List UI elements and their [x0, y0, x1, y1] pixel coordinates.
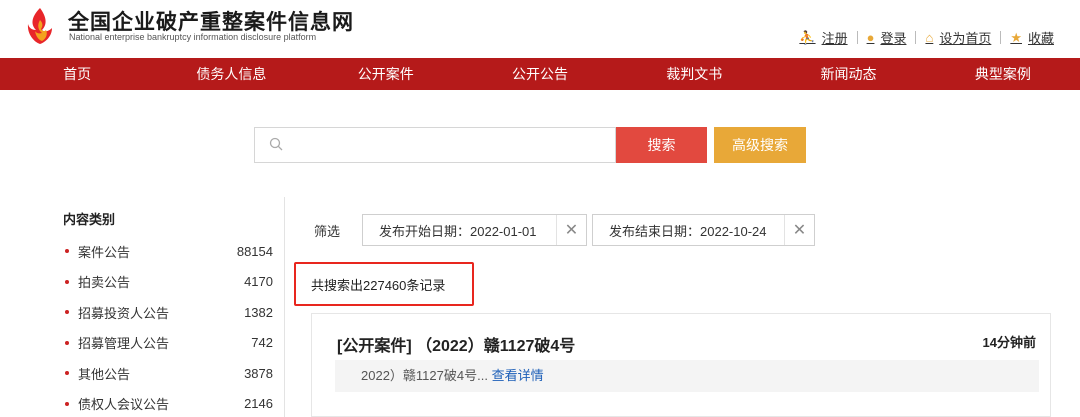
home-icon: ⌂ — [925, 30, 934, 45]
bullet-icon — [65, 279, 69, 284]
view-details-link[interactable]: 查看详情 — [492, 368, 544, 383]
result-time: 14分钟前 — [982, 335, 1036, 350]
result-card: [公开案件] （2022）赣1127破4号 14分钟前 2022）赣1127破4… — [311, 313, 1051, 417]
category-count: 742 — [251, 335, 273, 351]
category-label: 招募管理人公告 — [78, 336, 170, 352]
nav-item-news[interactable]: 新闻动态 — [771, 58, 925, 90]
site-subtitle: National enterprise bankruptcy informati… — [69, 32, 317, 42]
search-button[interactable]: 搜索 — [616, 127, 707, 163]
column-divider — [284, 197, 285, 417]
category-item[interactable]: 拍卖公告 4170 — [63, 267, 273, 298]
category-label: 其他公告 — [78, 366, 131, 382]
bullet-icon — [65, 371, 69, 376]
advanced-search-button[interactable]: 高级搜索 — [714, 127, 806, 163]
category-item[interactable]: 债权人会议公告 2146 — [63, 389, 273, 417]
category-count: 2146 — [244, 396, 273, 412]
login-link[interactable]: ● 登录 — [867, 28, 907, 47]
clear-start-date-icon[interactable]: ✕ — [556, 215, 586, 245]
category-label: 债权人会议公告 — [78, 397, 170, 413]
nav-item-home[interactable]: 首页 — [0, 58, 154, 90]
nav-item-judgments[interactable]: 裁判文书 — [617, 58, 771, 90]
end-date-value: 发布结束日期：2022-10-24 — [609, 223, 767, 239]
result-count: 共搜索出227460条记录 — [311, 278, 446, 293]
register-link-label: 注册 — [821, 31, 848, 46]
site-logo-icon[interactable] — [26, 6, 54, 46]
end-date-filter[interactable]: 发布结束日期：2022-10-24 ✕ — [592, 214, 815, 246]
filter-label: 筛选 — [314, 224, 341, 239]
main-nav: 首页 债务人信息 公开案件 公开公告 裁判文书 新闻动态 典型案例 — [0, 58, 1080, 90]
link-divider — [915, 31, 917, 44]
category-item[interactable]: 案件公告 88154 — [63, 236, 273, 267]
result-snippet: 2022）赣1127破4号... 查看详情 — [335, 360, 1039, 392]
category-label: 案件公告 — [78, 244, 131, 260]
bullet-icon — [65, 310, 69, 315]
nav-item-typical-cases[interactable]: 典型案例 — [926, 58, 1080, 90]
category-count: 1382 — [244, 304, 273, 320]
category-item[interactable]: 其他公告 3878 — [63, 358, 273, 389]
bookmark-link[interactable]: ★ 收藏 — [1010, 28, 1054, 47]
link-divider — [1000, 31, 1002, 44]
link-divider — [856, 31, 858, 44]
category-count: 3878 — [244, 365, 273, 381]
result-snippet-text: 2022）赣1127破4号... — [361, 368, 488, 383]
search-box — [254, 127, 616, 163]
clear-end-date-icon[interactable]: ✕ — [784, 215, 814, 245]
start-date-value: 发布开始日期：2022-01-01 — [379, 223, 537, 239]
search-input[interactable] — [295, 128, 610, 162]
start-date-filter[interactable]: 发布开始日期：2022-01-01 ✕ — [362, 214, 587, 246]
category-label: 招募投资人公告 — [78, 305, 170, 321]
bookmark-link-label: 收藏 — [1027, 31, 1054, 46]
result-title[interactable]: [公开案件] （2022）赣1127破4号 — [337, 332, 575, 356]
category-label: 拍卖公告 — [78, 275, 131, 291]
search-icon — [269, 137, 283, 151]
register-link[interactable]: ⛹ 注册 — [799, 28, 847, 47]
star-icon: ★ — [1010, 29, 1022, 45]
nav-item-debtor-info[interactable]: 债务人信息 — [154, 58, 308, 90]
site-header: 全国企业破产重整案件信息网 National enterprise bankru… — [0, 0, 1080, 58]
category-count: 88154 — [236, 243, 273, 259]
person-icon: ⛹ — [799, 29, 816, 45]
bullet-icon — [65, 249, 69, 254]
sidebar-title: 内容类别 — [63, 212, 116, 227]
category-count: 4170 — [244, 274, 273, 290]
set-homepage-link-label: 设为首页 — [939, 31, 992, 46]
lock-icon: ● — [866, 30, 875, 45]
top-links: ⛹ 注册 ● 登录 ⌂ 设为首页 ★ 收藏 — [799, 28, 1054, 47]
category-item[interactable]: 招募管理人公告 742 — [63, 328, 273, 359]
set-homepage-link[interactable]: ⌂ 设为首页 — [925, 28, 991, 47]
bullet-icon — [65, 401, 69, 406]
category-item[interactable]: 招募投资人公告 1382 — [63, 297, 273, 328]
login-link-label: 登录 — [880, 31, 907, 46]
bullet-icon — [65, 340, 69, 345]
nav-item-public-cases[interactable]: 公开案件 — [309, 58, 463, 90]
category-list: 案件公告 88154 拍卖公告 4170 招募投资人公告 1382 招募管理人公… — [63, 236, 273, 417]
nav-item-public-notices[interactable]: 公开公告 — [463, 58, 617, 90]
